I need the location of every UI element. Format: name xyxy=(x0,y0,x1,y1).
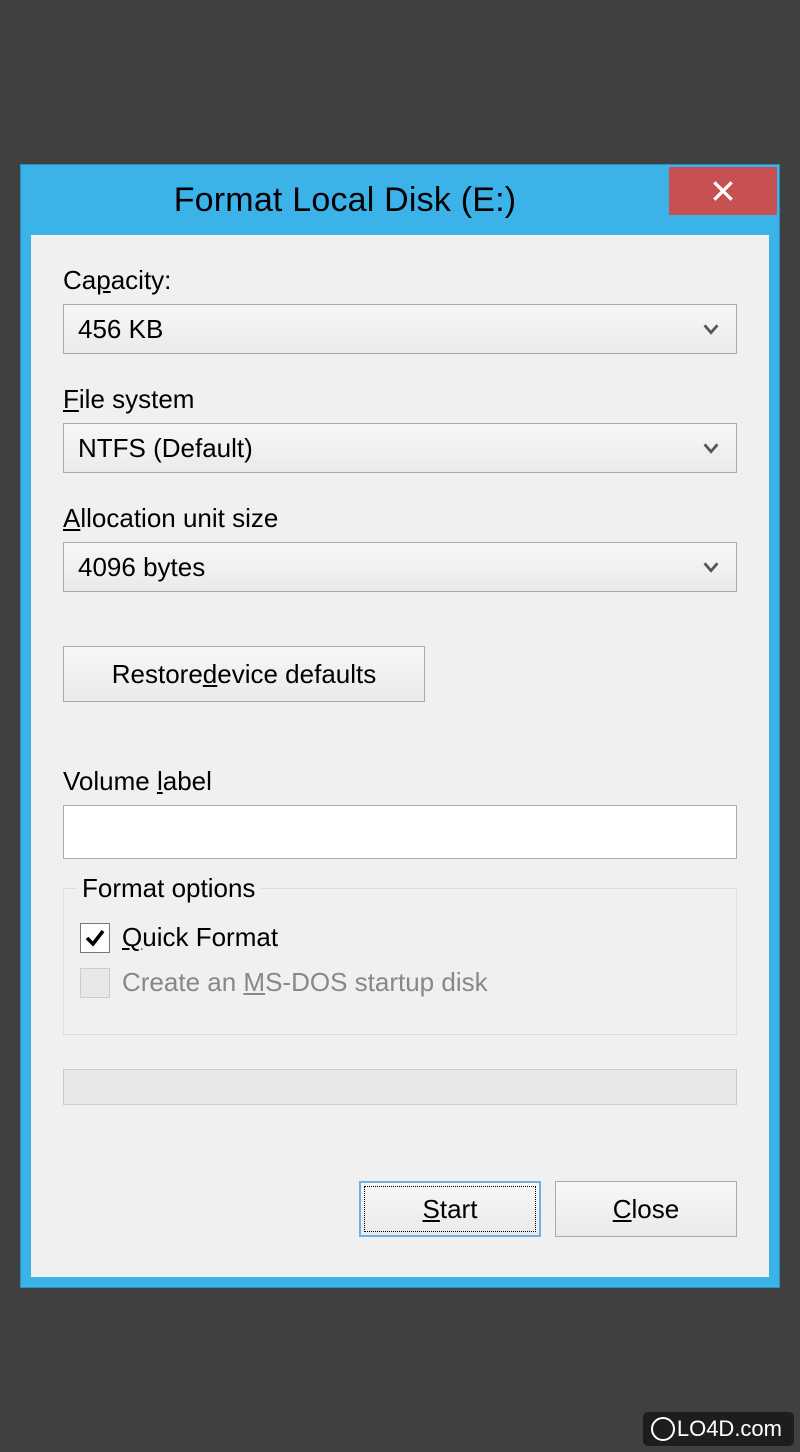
filesystem-value: NTFS (Default) xyxy=(78,433,700,464)
allocation-field: Allocation unit size 4096 bytes xyxy=(63,503,737,592)
start-button[interactable]: Start xyxy=(359,1181,541,1237)
msdos-disk-label: Create an MS-DOS startup disk xyxy=(122,967,488,998)
allocation-value: 4096 bytes xyxy=(78,552,700,583)
checkmark-icon xyxy=(83,926,107,950)
format-dialog: Format Local Disk (E:) Capacity: 456 KB … xyxy=(20,164,780,1288)
close-icon xyxy=(710,178,736,204)
allocation-label: Allocation unit size xyxy=(63,503,737,534)
dialog-button-row: Start Close xyxy=(63,1181,737,1237)
volume-label-field: Volume label xyxy=(63,766,737,859)
dialog-content: Capacity: 456 KB File system NTFS (Defau… xyxy=(31,235,769,1277)
titlebar: Format Local Disk (E:) xyxy=(21,165,779,235)
progress-bar xyxy=(63,1069,737,1105)
volume-label-label: Volume label xyxy=(63,766,737,797)
capacity-value: 456 KB xyxy=(78,314,700,345)
capacity-label: Capacity: xyxy=(63,265,737,296)
quick-format-label: Quick Format xyxy=(122,922,278,953)
format-options-legend: Format options xyxy=(76,873,261,904)
watermark: LO4D.com xyxy=(643,1412,794,1446)
chevron-down-icon xyxy=(700,318,722,340)
quick-format-row: Quick Format xyxy=(80,922,720,953)
msdos-disk-row: Create an MS-DOS startup disk xyxy=(80,967,720,998)
close-window-button[interactable] xyxy=(669,167,777,215)
msdos-disk-checkbox xyxy=(80,968,110,998)
close-button[interactable]: Close xyxy=(555,1181,737,1237)
restore-defaults-button[interactable]: Restore device defaults xyxy=(63,646,425,702)
format-options-group: Format options Quick Format Create an MS… xyxy=(63,873,737,1035)
volume-label-input[interactable] xyxy=(63,805,737,859)
capacity-field: Capacity: 456 KB xyxy=(63,265,737,354)
capacity-select[interactable]: 456 KB xyxy=(63,304,737,354)
chevron-down-icon xyxy=(700,556,722,578)
chevron-down-icon xyxy=(700,437,722,459)
filesystem-label: File system xyxy=(63,384,737,415)
quick-format-checkbox[interactable] xyxy=(80,923,110,953)
allocation-select[interactable]: 4096 bytes xyxy=(63,542,737,592)
filesystem-select[interactable]: NTFS (Default) xyxy=(63,423,737,473)
window-title: Format Local Disk (E:) xyxy=(21,181,669,220)
filesystem-field: File system NTFS (Default) xyxy=(63,384,737,473)
